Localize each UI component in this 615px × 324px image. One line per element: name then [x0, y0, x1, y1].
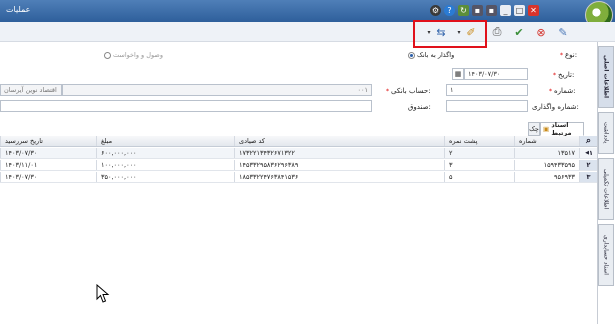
highlight-box [413, 20, 487, 48]
side-tabs: اطلاعات اصلی یادداشت اطلاعات تکمیلی اسنا… [597, 42, 615, 324]
cell-sayadi-code: ۱۴۵۳۳۲۹۵۸۳۶۲۹۶۳۸۹ [234, 160, 444, 170]
cell-amount: ۳۵۰,۰۰۰,۰۰۰ [96, 172, 234, 182]
calendar-icon[interactable]: ▦ [452, 68, 464, 80]
new-document-icon[interactable]: ✎ [555, 24, 571, 40]
number-field[interactable]: ۱ [446, 84, 528, 96]
header-amount[interactable]: مبلغ [96, 136, 234, 146]
header-endorsement[interactable]: پشت نمره [444, 136, 514, 146]
header-sayadi-code[interactable]: کد صیادی [234, 136, 444, 146]
fund-field[interactable] [0, 100, 372, 112]
title-icons: ⚙ ? ↻ ▪ ▪ _ □ ✕ [430, 5, 539, 16]
cell-amount: ۶۰۰,۰۰۰,۰۰۰ [96, 148, 234, 158]
radio-return[interactable]: وصول و واخواست [104, 51, 163, 59]
cell-number: ۱۵۹۴۳۳۵۹۵ [514, 160, 579, 170]
approve-icon[interactable]: ✔ [511, 24, 527, 40]
cell-sayadi-code: ۱۷۳۲۲۱۳۴۳۲۶۷۱۳۲۲ [234, 148, 444, 158]
number-label: * شماره: [549, 87, 576, 95]
cell-number: ۱۳۵۱۷ [514, 148, 579, 158]
fund-label: صندوق: [408, 103, 431, 111]
window-title: عملیات [6, 5, 31, 14]
radio-bank[interactable]: واگذار به بانک [408, 51, 454, 59]
cell-endorsement: ۲ [444, 148, 514, 158]
bank-account-field[interactable]: ۰۰۱ [62, 84, 372, 96]
save-all-icon[interactable]: ▪ [486, 5, 497, 16]
maximize-icon[interactable]: □ [514, 5, 525, 16]
tab-checks[interactable]: چک [528, 122, 540, 136]
print-icon[interactable]: ⎙ [489, 24, 505, 40]
search-icon[interactable]: ⌕ [579, 136, 597, 146]
header-number[interactable]: شماره [514, 136, 579, 146]
refresh-icon[interactable]: ↻ [458, 5, 469, 16]
date-field[interactable]: ۱۴۰۳/۰۷/۳۰ [464, 68, 528, 80]
cell-sayadi-code: ۱۸۵۳۳۲۲۴۷۶۳۸۴۱۵۳۶ [234, 172, 444, 182]
cell-due-date: ۱۴۰۳/۰۷/۳۰ [0, 148, 96, 158]
tab-additional-info[interactable]: اطلاعات تکمیلی [598, 158, 614, 220]
help-icon[interactable]: ? [444, 5, 455, 16]
row-index[interactable]: ۲ [579, 160, 597, 170]
tab-notes[interactable]: یادداشت [598, 112, 614, 154]
transfer-number-label: شماره واگذاری: [532, 103, 579, 111]
header-due-date[interactable]: تاریخ سررسید [0, 136, 96, 146]
cell-endorsement: ۵ [444, 172, 514, 182]
tab-accounting-docs[interactable]: اسناد حسابداری [598, 224, 614, 286]
transfer-number-field[interactable] [446, 100, 528, 112]
cancel-icon[interactable]: ⊗ [533, 24, 549, 40]
gear-icon[interactable]: ⚙ [430, 5, 441, 16]
tab-main-info[interactable]: اطلاعات اصلی [598, 46, 614, 108]
grid-header: ⌕ شماره پشت نمره کد صیادی مبلغ تاریخ سرر… [0, 136, 597, 147]
type-label: * نوع: [560, 51, 578, 59]
minimize-icon[interactable]: _ [500, 5, 511, 16]
mouse-cursor-icon [96, 284, 110, 303]
cell-number: ۹۵۶۹۳۳ [514, 172, 579, 182]
bank-name-field: اقتصاد نوین آیرسان [0, 84, 62, 96]
date-label: * تاریخ: [553, 71, 575, 79]
row-index[interactable]: ۳ [579, 172, 597, 182]
cell-due-date: ۱۴۰۳/۰۷/۳۰ [0, 172, 96, 182]
save-icon[interactable]: ▪ [472, 5, 483, 16]
table-row[interactable]: ۲ ۱۵۹۴۳۳۵۹۵ ۳ ۱۴۵۳۳۲۹۵۸۳۶۲۹۶۳۸۹ ۱۰۰,۰۰۰,… [0, 160, 597, 171]
cell-due-date: ۱۴۰۳/۱۱/۰۱ [0, 160, 96, 170]
table-row[interactable]: ۳ ۹۵۶۹۳۳ ۵ ۱۸۵۳۳۲۲۴۷۶۳۸۴۱۵۳۶ ۳۵۰,۰۰۰,۰۰۰… [0, 172, 597, 183]
radio-dot[interactable] [104, 51, 111, 59]
close-icon[interactable]: ✕ [528, 5, 539, 16]
cell-endorsement: ۳ [444, 160, 514, 170]
radio-dot[interactable] [408, 51, 415, 59]
cell-amount: ۱۰۰,۰۰۰,۰۰۰ [96, 160, 234, 170]
table-row[interactable]: ◀ ۱ ۱۳۵۱۷ ۲ ۱۷۳۲۲۱۳۴۳۲۶۷۱۳۲۲ ۶۰۰,۰۰۰,۰۰۰ … [0, 148, 597, 159]
toolbar: ✎ ⊗ ✔ ⎙ ✐ ▾ ⇆ ▾ [0, 22, 615, 42]
bank-account-label: * حساب بانکی: [386, 87, 431, 95]
row-index[interactable]: ◀ ۱ [579, 148, 597, 158]
tab-related-docs[interactable]: ▣ اسناد مرتبط [540, 121, 584, 137]
title-bar: عملیات ⚙ ? ↻ ▪ ▪ _ □ ✕ [0, 0, 615, 29]
